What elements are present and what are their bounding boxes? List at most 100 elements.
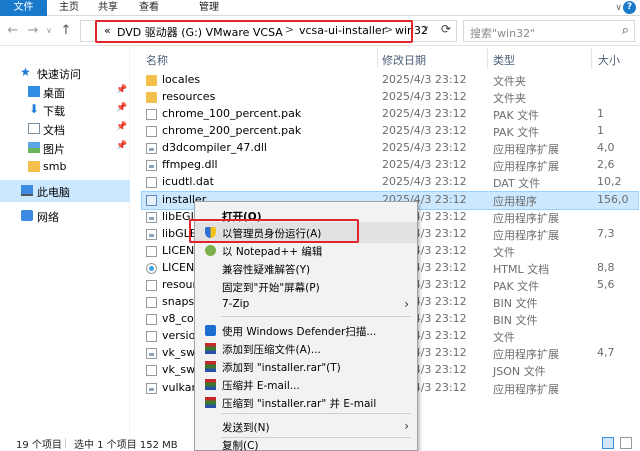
file-size: 2,6 xyxy=(597,158,615,171)
up-arrow-icon[interactable]: ↑ xyxy=(58,23,74,39)
folder-icon xyxy=(28,161,40,172)
file-row[interactable]: icudtl.dat 2025/4/3 23:12 DAT 文件 10,2 xyxy=(142,174,638,191)
file-icon xyxy=(146,280,157,291)
file-name: chrome_100_percent.pak xyxy=(162,107,302,120)
file-icon xyxy=(146,246,157,257)
computer-icon xyxy=(21,185,33,196)
file-type: 应用程序扩展 xyxy=(493,383,559,396)
column-divider[interactable] xyxy=(487,48,488,68)
sidebar-item-label: 下载 xyxy=(43,105,65,118)
sidebar-item-label: 此电脑 xyxy=(37,186,70,199)
help-icon[interactable]: ? xyxy=(623,1,636,14)
file-type: 文件 xyxy=(493,331,515,344)
file-size: 4,7 xyxy=(597,346,615,359)
file-type: BIN 文件 xyxy=(493,314,538,327)
file-type: 应用程序扩展 xyxy=(493,229,559,242)
sidebar-item-network[interactable]: 网络 xyxy=(0,205,130,227)
column-header-name[interactable]: 名称 xyxy=(146,52,168,68)
sidebar-item-label: 图片 xyxy=(43,143,65,156)
dll-file-icon xyxy=(146,348,157,359)
file-type: 应用程序扩展 xyxy=(493,348,559,361)
file-icon xyxy=(146,126,157,137)
column-header-size[interactable]: 大小 xyxy=(598,52,620,68)
file-size: 1 xyxy=(597,124,604,137)
column-header-date[interactable]: 修改日期 xyxy=(382,52,426,68)
tab-share[interactable]: 共享 xyxy=(95,0,121,16)
winrar-icon xyxy=(205,361,216,372)
file-name: icudtl.dat xyxy=(162,175,214,188)
menu-item-label: 压缩并 E-mail... xyxy=(222,380,300,392)
file-row[interactable]: chrome_100_percent.pak 2025/4/3 23:12 PA… xyxy=(142,106,638,123)
file-row[interactable]: resources 2025/4/3 23:12 文件夹 xyxy=(142,89,638,106)
menu-item-label: 固定到"开始"屏幕(P) xyxy=(222,282,320,294)
pin-icon[interactable]: 📌 xyxy=(116,103,127,113)
download-icon: ⬇ xyxy=(29,102,40,116)
menu-item-label: 7-Zip xyxy=(222,298,250,310)
sidebar-item-label: 网络 xyxy=(37,211,59,224)
tab-view[interactable]: 查看 xyxy=(136,0,162,16)
menu-item-7zip[interactable]: 7-Zip › xyxy=(195,294,417,315)
file-size: 10,2 xyxy=(597,175,622,188)
file-name: locales xyxy=(162,73,201,86)
large-icons-view-icon[interactable] xyxy=(620,437,632,449)
menu-item-label: 复制(C) xyxy=(222,440,259,451)
file-type: 文件 xyxy=(493,246,515,259)
search-icon[interactable]: ⌕ xyxy=(622,23,629,38)
picture-icon xyxy=(28,142,40,153)
dll-file-icon xyxy=(146,212,157,223)
sidebar-item-smb[interactable]: smb xyxy=(0,156,130,178)
menu-item-send-to[interactable]: 发送到(N) › xyxy=(195,416,417,437)
file-row[interactable]: locales 2025/4/3 23:12 文件夹 xyxy=(142,72,638,89)
ribbon: 文件 主页 共享 查看 管理 ∨ ? xyxy=(0,0,640,16)
item-count: 19 个项目 xyxy=(16,440,62,451)
pin-icon[interactable]: 📌 xyxy=(116,85,127,95)
menu-item-label: 添加到 "installer.rar"(T) xyxy=(222,362,341,374)
back-arrow-icon[interactable]: ← xyxy=(5,23,21,39)
expand-ribbon-button[interactable]: ∨ xyxy=(615,0,622,16)
column-divider[interactable] xyxy=(377,48,378,68)
search-input[interactable]: 搜索"win32" xyxy=(470,25,535,41)
refresh-icon[interactable]: ⟳ xyxy=(441,22,451,36)
search-box[interactable]: 搜索"win32" ⌕ xyxy=(463,20,635,42)
address-annotation-box xyxy=(95,20,413,43)
tab-home[interactable]: 主页 xyxy=(56,0,82,16)
tab-manage[interactable]: 管理 xyxy=(196,0,222,16)
recent-locations-chevron-icon[interactable]: ∨ xyxy=(43,23,55,39)
menu-item-copy[interactable]: 复制(C) xyxy=(195,439,417,451)
file-type: 文件夹 xyxy=(493,92,526,105)
file-row[interactable]: ffmpeg.dll 2025/4/3 23:12 应用程序扩展 2,6 xyxy=(142,157,638,174)
sidebar-item-this-pc[interactable]: 此电脑 xyxy=(0,180,130,202)
file-type: PAK 文件 xyxy=(493,126,540,139)
file-size: 7,3 xyxy=(597,227,615,240)
file-icon xyxy=(146,365,157,376)
file-type: BIN 文件 xyxy=(493,297,538,310)
file-icon xyxy=(146,109,157,120)
address-dropdown-chevron-icon[interactable]: ∨ xyxy=(423,24,429,33)
menu-item-label: 压缩到 "installer.rar" 并 E-mail xyxy=(222,398,377,410)
dll-file-icon xyxy=(146,143,157,154)
menu-item-label: 添加到压缩文件(A)... xyxy=(222,344,321,356)
file-row[interactable]: d3dcompiler_47.dll 2025/4/3 23:12 应用程序扩展… xyxy=(142,140,638,157)
pin-icon[interactable]: 📌 xyxy=(116,122,127,132)
winrar-icon xyxy=(205,397,216,408)
column-header-type[interactable]: 类型 xyxy=(493,52,515,68)
winrar-icon xyxy=(205,343,216,354)
navigation-bar: ← → ∨ ↑ « DVD 驱动器 (G:) VMware VCSA > vcs… xyxy=(0,16,640,46)
file-type: 应用程序扩展 xyxy=(493,160,559,173)
file-icon xyxy=(146,331,157,342)
details-view-icon[interactable] xyxy=(602,437,614,449)
pin-icon[interactable]: 📌 xyxy=(116,141,127,151)
application-icon xyxy=(146,195,157,206)
file-date: 2025/4/3 23:12 xyxy=(382,158,467,171)
tab-file[interactable]: 文件 xyxy=(0,0,47,16)
sidebar-item-label: 快速访问 xyxy=(37,68,81,81)
file-icon xyxy=(146,314,157,325)
forward-arrow-icon[interactable]: → xyxy=(25,23,41,39)
menu-item-compress-to-rar-and-email[interactable]: 压缩到 "installer.rar" 并 E-mail xyxy=(195,392,417,413)
dll-file-icon xyxy=(146,383,157,394)
html-file-icon xyxy=(146,263,157,274)
file-row[interactable]: chrome_200_percent.pak 2025/4/3 23:12 PA… xyxy=(142,123,638,140)
column-divider[interactable] xyxy=(591,48,592,68)
desktop-icon xyxy=(28,86,40,97)
file-name: d3dcompiler_47.dll xyxy=(162,141,267,154)
